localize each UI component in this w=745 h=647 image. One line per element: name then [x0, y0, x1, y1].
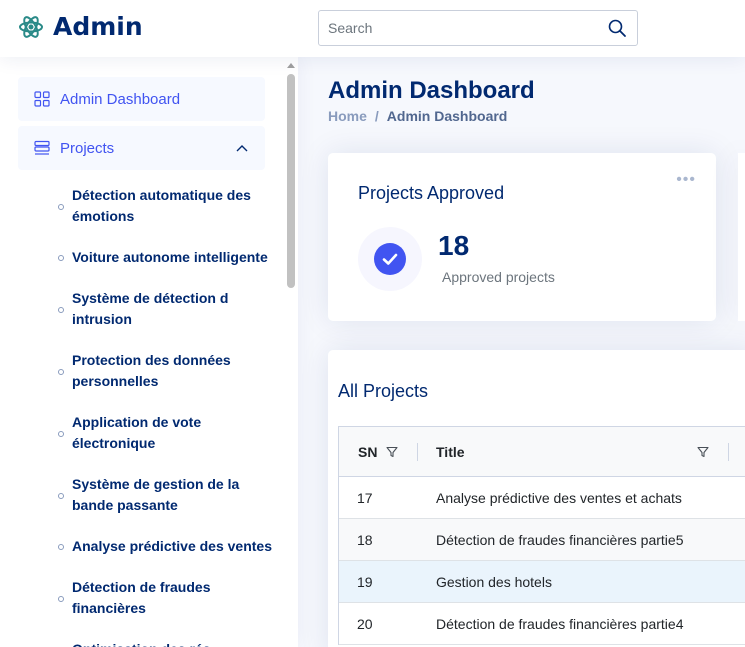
bullet-icon: [58, 369, 64, 375]
sidebar-subitem[interactable]: Protection des données personnelles: [72, 350, 272, 392]
table-row[interactable]: 18 Détection de fraudes financières part…: [339, 519, 745, 561]
bullet-icon: [58, 255, 64, 261]
sidebar-item-projects[interactable]: Projects: [18, 126, 265, 170]
header: Admin: [0, 0, 745, 57]
search-icon[interactable]: [607, 18, 627, 38]
grid-icon: [34, 91, 50, 107]
breadcrumb-home-link[interactable]: Home: [328, 108, 367, 124]
sidebar-subitem[interactable]: Optimisation des rés: [72, 639, 272, 647]
search-bar: [318, 10, 638, 46]
projects-approved-card: Projects Approved ••• 18 Approved projec…: [328, 153, 716, 321]
menu-list-icon: [34, 140, 50, 155]
table-row[interactable]: 20 Détection de fraudes financières part…: [339, 603, 745, 645]
column-separator[interactable]: [417, 443, 418, 461]
bullet-icon: [58, 307, 64, 313]
bullet-icon: [58, 596, 64, 602]
approved-count: 18: [438, 230, 470, 261]
atom-logo-icon: [19, 15, 43, 38]
filter-icon[interactable]: [386, 446, 398, 458]
cell-sn: 19: [357, 574, 373, 590]
cell-title: Détection de fraudes financières partie4: [436, 616, 684, 632]
breadcrumb: Home / Admin Dashboard: [328, 108, 507, 124]
cell-sn: 17: [357, 490, 373, 506]
breadcrumb-current: Admin Dashboard: [386, 108, 508, 124]
sidebar-item-admin-dashboard[interactable]: Admin Dashboard: [18, 77, 265, 121]
next-card-edge: [738, 153, 745, 321]
bullet-icon: [58, 544, 64, 550]
projects-table: SN Title 17 Analyse prédictive des vente…: [338, 426, 745, 645]
sidebar-subitem[interactable]: Système de détection d intrusion: [72, 288, 272, 330]
chevron-up-icon[interactable]: [235, 141, 249, 155]
cell-sn: 20: [357, 616, 373, 632]
bullet-icon: [58, 204, 64, 210]
column-header-title[interactable]: Title: [436, 444, 465, 460]
page-title: Admin Dashboard: [328, 77, 535, 104]
card-icon-background: [358, 227, 422, 291]
card-title: All Projects: [338, 381, 429, 401]
cell-sn: 18: [357, 532, 373, 548]
cell-title: Gestion des hotels: [436, 574, 552, 590]
check-circle-icon: [374, 243, 406, 275]
table-row[interactable]: 19 Gestion des hotels: [339, 561, 745, 603]
sidebar-item-label: Projects: [60, 139, 115, 157]
breadcrumb-separator: /: [374, 108, 379, 124]
cell-title: Analyse prédictive des ventes et achats: [436, 490, 682, 506]
card-title: Projects Approved: [358, 183, 505, 203]
sidebar-scrollbar[interactable]: [287, 74, 295, 288]
filter-icon[interactable]: [697, 446, 709, 458]
column-header-sn[interactable]: SN: [358, 444, 377, 460]
search-input[interactable]: [319, 11, 599, 45]
cell-title: Détection de fraudes financières partie5: [436, 532, 684, 548]
table-header: SN Title: [339, 427, 745, 477]
sidebar-subitem[interactable]: Détection de fraudes financières: [72, 577, 272, 619]
scroll-up-arrow-icon[interactable]: [287, 63, 295, 68]
sidebar-subitem[interactable]: Voiture autonome intelligente: [72, 247, 272, 268]
sidebar-subitem[interactable]: Application de vote électronique: [72, 412, 272, 454]
bullet-icon: [58, 431, 64, 437]
approved-label: Approved projects: [442, 269, 555, 285]
logo[interactable]: Admin: [18, 12, 143, 41]
bullet-icon: [58, 493, 64, 499]
table-row[interactable]: 17 Analyse prédictive des ventes et acha…: [339, 477, 745, 519]
sidebar-subitem[interactable]: Détection automatique des émotions: [72, 185, 272, 227]
sidebar-subitem[interactable]: Système de gestion de la bande passante: [72, 474, 272, 516]
sidebar: Admin Dashboard Projects Détection autom…: [0, 57, 298, 647]
logo-text: Admin: [53, 12, 143, 41]
column-separator[interactable]: [728, 443, 729, 461]
sidebar-subitem[interactable]: Analyse prédictive des ventes: [72, 536, 272, 557]
more-options-icon[interactable]: •••: [676, 171, 696, 189]
sidebar-item-label: Admin Dashboard: [60, 90, 181, 108]
